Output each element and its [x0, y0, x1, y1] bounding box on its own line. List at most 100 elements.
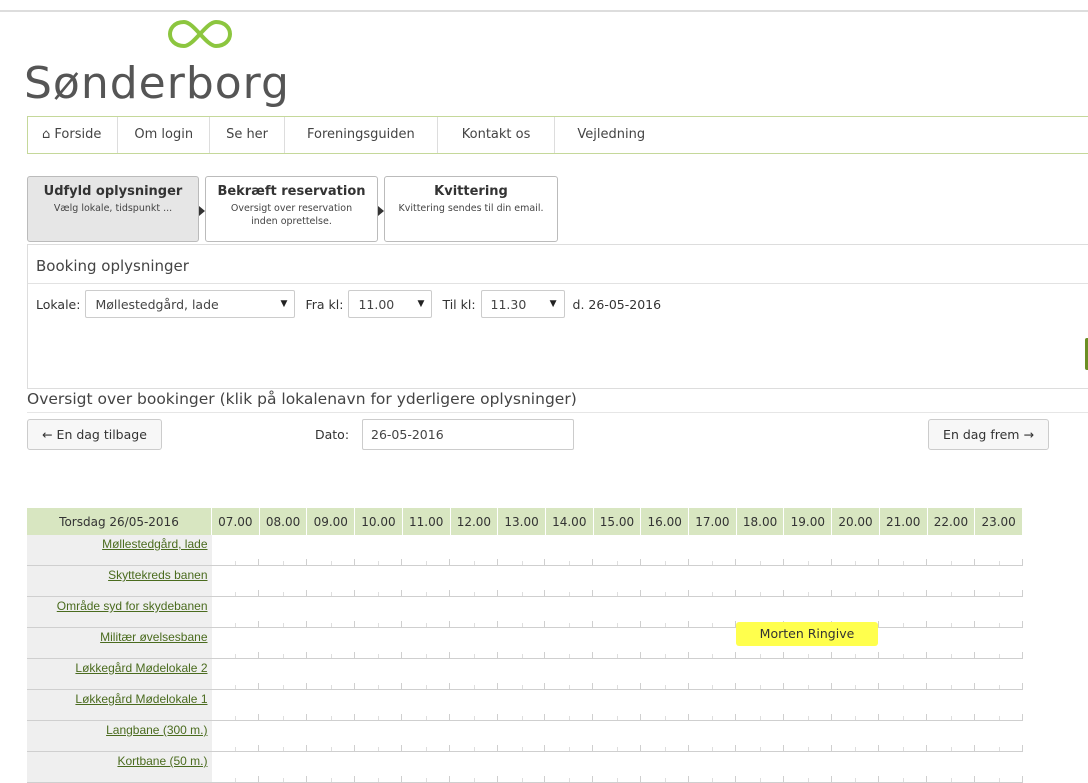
time-slot[interactable]	[831, 689, 880, 721]
time-slot[interactable]	[927, 535, 975, 566]
time-slot[interactable]	[450, 658, 498, 690]
time-slot[interactable]	[545, 720, 594, 752]
time-slot[interactable]	[640, 596, 689, 628]
time-slot[interactable]	[640, 751, 689, 783]
time-slot[interactable]	[450, 627, 498, 659]
time-slot[interactable]	[688, 751, 737, 783]
time-slot[interactable]	[306, 751, 355, 783]
time-slot[interactable]	[640, 565, 689, 597]
time-slot[interactable]	[259, 689, 307, 721]
room-link[interactable]: Møllestedgård, lade	[102, 537, 207, 551]
time-slot[interactable]	[545, 689, 594, 721]
time-slot[interactable]	[688, 689, 737, 721]
time-slot[interactable]	[402, 689, 451, 721]
time-slot[interactable]	[688, 720, 737, 752]
time-slot[interactable]	[736, 565, 784, 597]
time-slot[interactable]	[211, 565, 260, 597]
time-slot[interactable]	[306, 565, 355, 597]
time-slot[interactable]	[783, 658, 832, 690]
nav-item-vejledning[interactable]: Vejledning	[555, 117, 667, 153]
time-slot[interactable]	[545, 565, 594, 597]
nav-item-foreningsguiden[interactable]: Foreningsguiden	[285, 117, 438, 153]
time-slot[interactable]	[593, 596, 641, 628]
time-slot[interactable]	[211, 596, 260, 628]
time-slot[interactable]	[879, 565, 928, 597]
step-kvittering[interactable]: Kvittering Kvittering sendes til din ema…	[384, 176, 558, 242]
time-slot[interactable]	[783, 720, 832, 752]
time-slot[interactable]	[688, 627, 737, 659]
logo[interactable]: Sønderborg	[24, 16, 289, 116]
time-slot[interactable]	[497, 596, 546, 628]
time-slot[interactable]	[927, 720, 975, 752]
time-slot[interactable]	[974, 596, 1023, 628]
time-slot[interactable]	[497, 565, 546, 597]
time-slot[interactable]	[927, 565, 975, 597]
time-slot[interactable]	[545, 535, 594, 566]
time-slot[interactable]	[306, 596, 355, 628]
time-slot[interactable]	[783, 751, 832, 783]
date-input[interactable]: 26-05-2016	[362, 419, 574, 450]
time-slot[interactable]	[211, 720, 260, 752]
time-slot[interactable]	[354, 689, 403, 721]
time-slot[interactable]	[450, 596, 498, 628]
time-slot[interactable]	[402, 720, 451, 752]
time-slot[interactable]	[927, 596, 975, 628]
time-slot[interactable]	[927, 751, 975, 783]
nav-item-om-login[interactable]: Om login	[118, 117, 211, 153]
time-slot[interactable]	[736, 535, 784, 566]
time-slot[interactable]	[450, 535, 498, 566]
til-select[interactable]: 11.30 ▼	[480, 290, 565, 318]
time-slot[interactable]	[545, 596, 594, 628]
time-slot[interactable]	[450, 565, 498, 597]
time-slot[interactable]	[879, 535, 928, 566]
time-slot[interactable]	[927, 658, 975, 690]
time-slot[interactable]	[879, 627, 928, 659]
time-slot[interactable]	[402, 596, 451, 628]
time-slot[interactable]	[306, 535, 355, 566]
time-slot[interactable]	[688, 565, 737, 597]
time-slot[interactable]	[879, 751, 928, 783]
time-slot[interactable]	[879, 720, 928, 752]
time-slot[interactable]	[974, 720, 1023, 752]
nav-item-se-her[interactable]: Se her	[210, 117, 286, 153]
time-slot[interactable]	[211, 689, 260, 721]
time-slot[interactable]	[497, 751, 546, 783]
time-slot[interactable]	[259, 535, 307, 566]
time-slot[interactable]	[831, 751, 880, 783]
time-slot[interactable]	[354, 565, 403, 597]
time-slot[interactable]	[974, 535, 1023, 566]
time-slot[interactable]	[927, 689, 975, 721]
prev-day-button[interactable]: ← En dag tilbage	[27, 419, 162, 450]
time-slot[interactable]	[402, 658, 451, 690]
room-link[interactable]: Løkkegård Mødelokale 1	[75, 692, 207, 706]
time-slot[interactable]	[450, 689, 498, 721]
time-slot[interactable]	[545, 751, 594, 783]
time-slot[interactable]	[211, 658, 260, 690]
time-slot[interactable]	[640, 720, 689, 752]
time-slot[interactable]	[831, 720, 880, 752]
time-slot[interactable]	[354, 720, 403, 752]
time-slot[interactable]	[593, 689, 641, 721]
time-slot[interactable]	[640, 658, 689, 690]
room-link[interactable]: Langbane (300 m.)	[106, 723, 207, 737]
time-slot[interactable]	[259, 751, 307, 783]
time-slot[interactable]	[259, 720, 307, 752]
time-slot[interactable]	[974, 627, 1023, 659]
time-slot[interactable]	[545, 658, 594, 690]
room-link[interactable]: Område syd for skydebanen	[57, 599, 208, 613]
next-day-button[interactable]: En dag frem →	[928, 419, 1049, 450]
time-slot[interactable]	[879, 658, 928, 690]
time-slot[interactable]	[354, 751, 403, 783]
time-slot[interactable]	[831, 535, 880, 566]
time-slot[interactable]	[927, 627, 975, 659]
time-slot[interactable]	[354, 627, 403, 659]
time-slot[interactable]	[688, 596, 737, 628]
time-slot[interactable]	[831, 565, 880, 597]
time-slot[interactable]	[640, 535, 689, 566]
time-slot[interactable]	[593, 720, 641, 752]
time-slot[interactable]	[783, 535, 832, 566]
time-slot[interactable]	[497, 689, 546, 721]
time-slot[interactable]	[736, 720, 784, 752]
time-slot[interactable]	[783, 689, 832, 721]
time-slot[interactable]	[974, 751, 1023, 783]
